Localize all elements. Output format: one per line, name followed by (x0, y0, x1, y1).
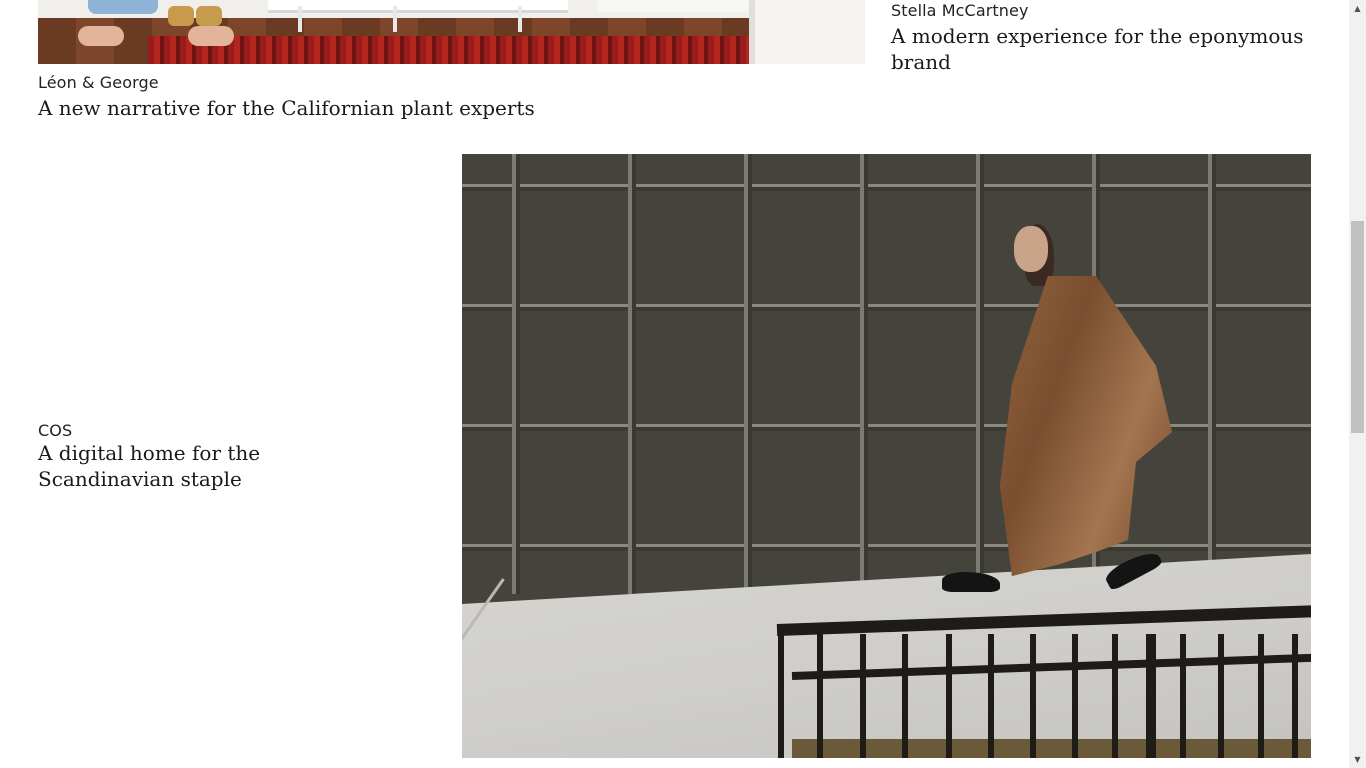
bare-foot (78, 26, 124, 46)
cos-project-image[interactable] (462, 154, 1311, 758)
railing-post (1072, 634, 1078, 758)
jeans-legs (88, 0, 158, 14)
white-cabinet (268, 0, 568, 13)
scroll-down-icon[interactable]: ▼ (1349, 751, 1366, 768)
project-title-cos[interactable]: A digital home for the Scandinavian stap… (38, 440, 398, 492)
leon-george-project-image[interactable] (38, 0, 865, 64)
cabinet-leg (393, 6, 397, 32)
scrollbar-thumb[interactable] (1351, 221, 1364, 433)
railing-post (988, 634, 994, 758)
walking-woman (932, 214, 1192, 614)
black-shoe (1102, 546, 1164, 592)
cabinet-leg (298, 6, 302, 32)
project-client-stella[interactable]: Stella McCartney (891, 2, 1029, 20)
railing-post (946, 634, 952, 758)
railing-post (778, 634, 784, 758)
project-title-leon-george[interactable]: A new narrative for the Californian plan… (38, 95, 535, 121)
project-client-cos[interactable]: COS (38, 422, 72, 440)
railing-post (817, 634, 823, 758)
railing-post (1258, 634, 1264, 758)
railing-post (1218, 634, 1224, 758)
bare-foot (188, 26, 234, 46)
project-client-leon-george[interactable]: Léon & George (38, 74, 159, 92)
railing-post (902, 634, 908, 758)
railing-post (1112, 634, 1118, 758)
page-scrollbar[interactable]: ▲ ▼ (1349, 0, 1366, 768)
railing-post (1146, 634, 1156, 758)
brown-coat (1000, 276, 1172, 576)
red-rug (148, 36, 768, 64)
black-shoe (942, 572, 1000, 592)
railing-post (860, 634, 866, 758)
cabinet-leg (518, 6, 522, 32)
railing-post (1180, 634, 1186, 758)
sandal (168, 6, 194, 26)
scroll-up-icon[interactable]: ▲ (1349, 0, 1366, 17)
railing-post (1030, 634, 1036, 758)
sandal (196, 6, 222, 26)
railing-post (1292, 634, 1298, 758)
white-door (749, 0, 865, 64)
dry-grass (792, 739, 1311, 758)
project-title-stella[interactable]: A modern experience for the eponymous br… (891, 23, 1366, 75)
head (1014, 226, 1048, 272)
